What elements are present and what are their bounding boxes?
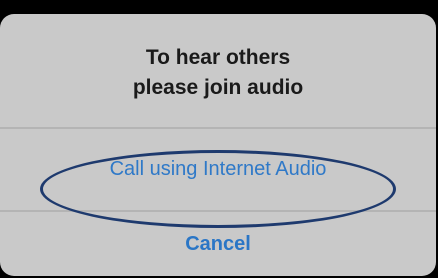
alert-message: To hear others please join audio (0, 14, 436, 128)
alert-message-line-2: please join audio (132, 76, 304, 99)
call-using-internet-audio-button[interactable]: Call using Internet Audio (0, 129, 436, 210)
alert-message-line-1: To hear others (145, 46, 291, 69)
screen: To hear others please join audio Call us… (0, 0, 438, 278)
join-audio-alert-dialog: To hear others please join audio Call us… (0, 14, 436, 276)
cancel-button[interactable]: Cancel (0, 212, 436, 276)
